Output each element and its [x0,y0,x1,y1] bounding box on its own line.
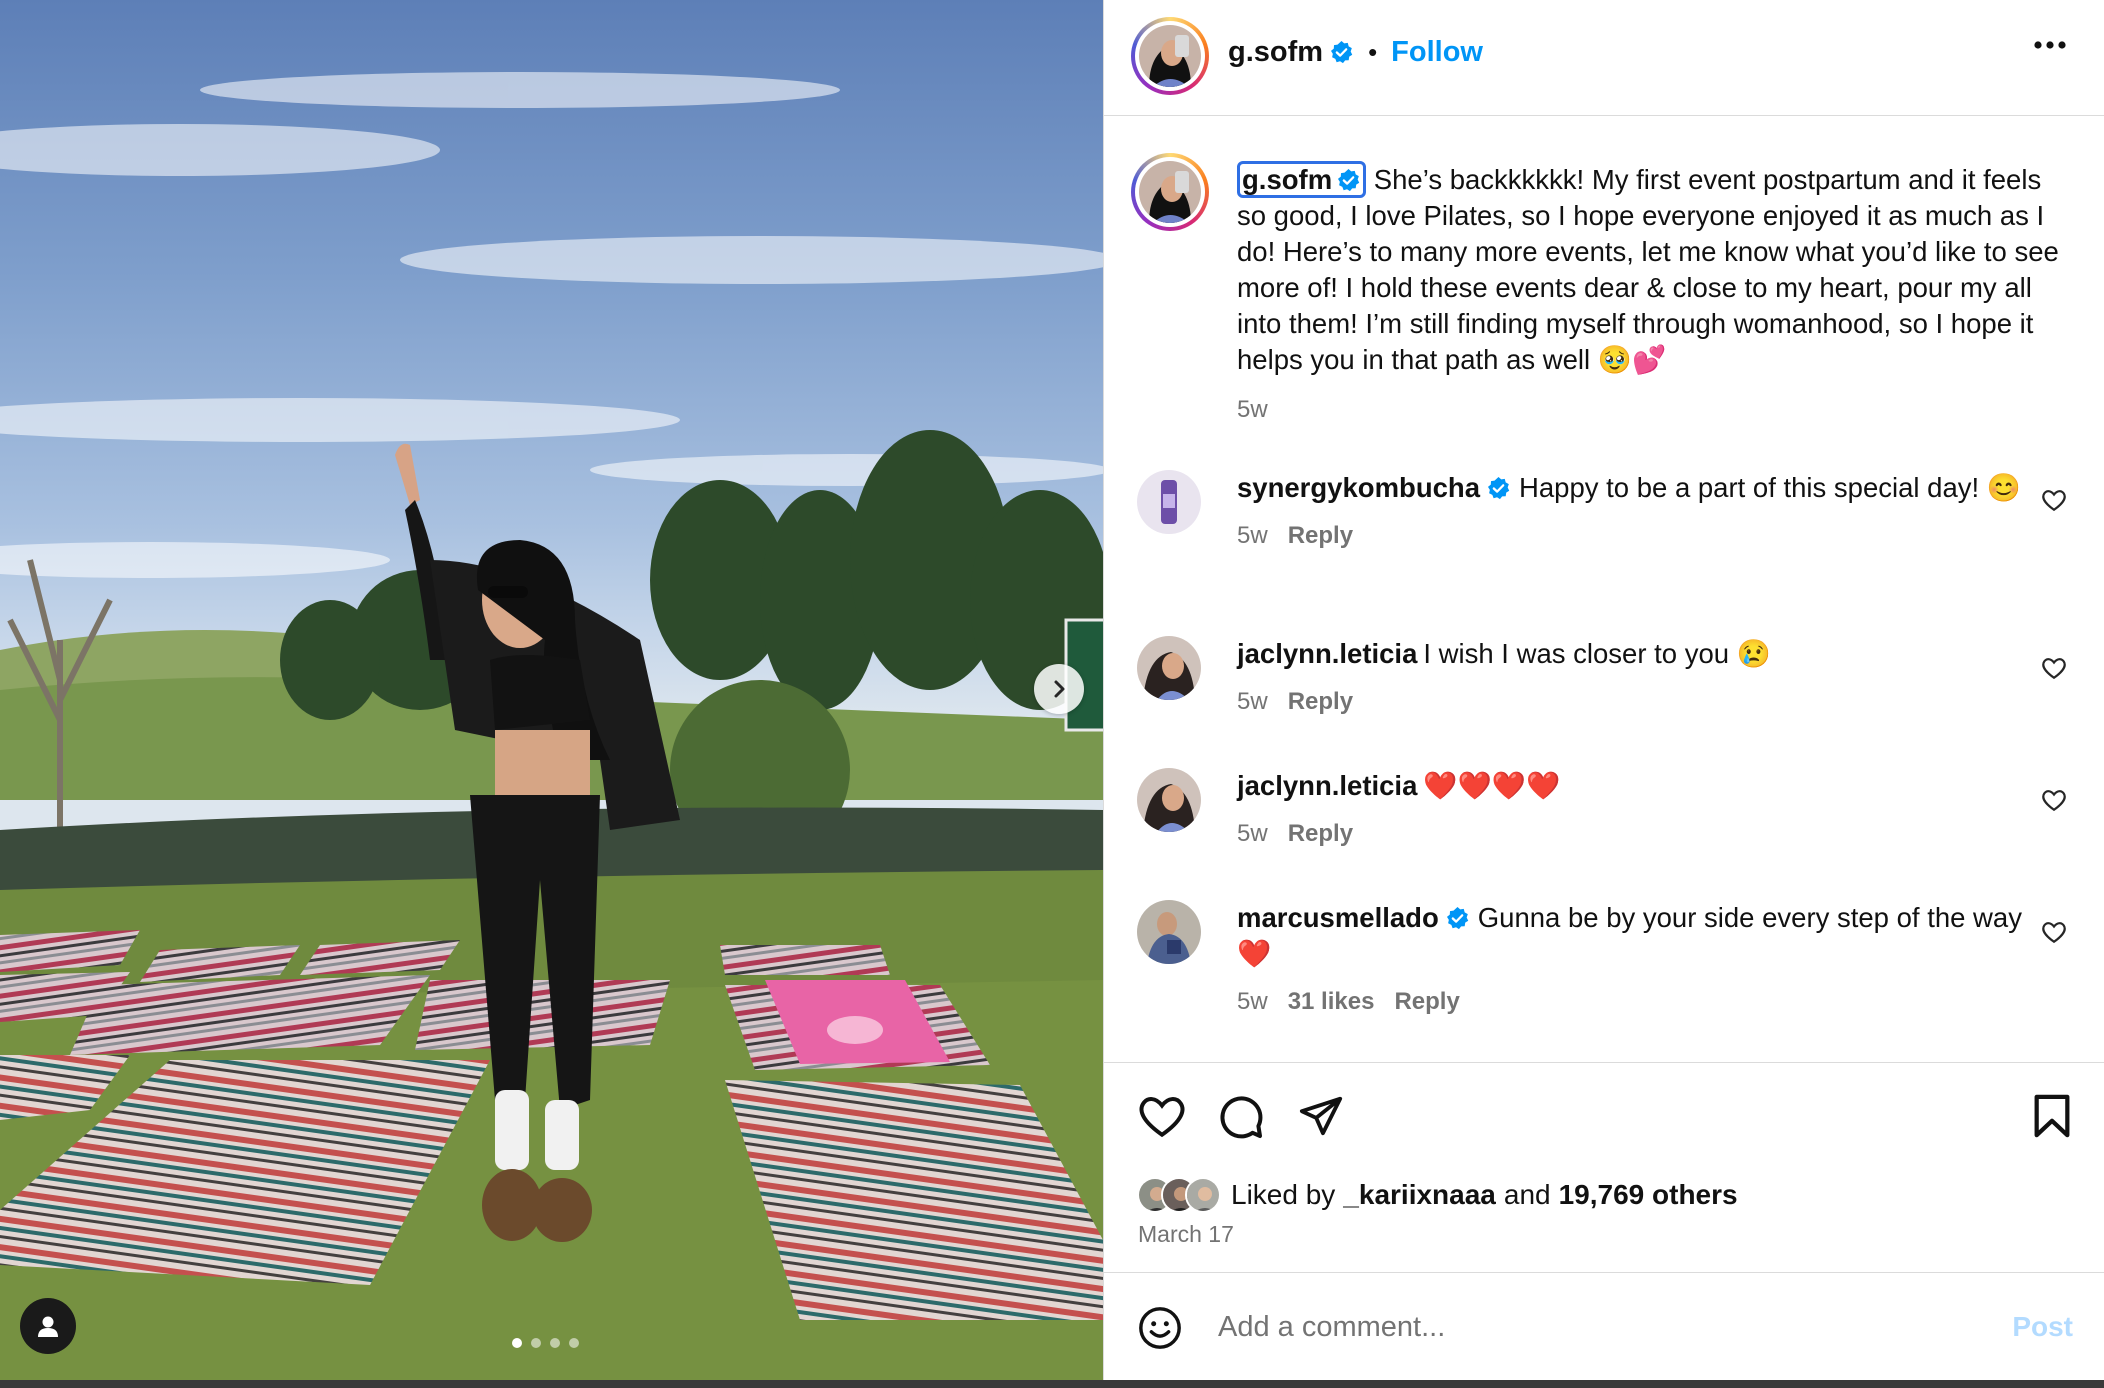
comment-username[interactable]: synergykombucha [1237,472,1480,503]
post-actions: Liked by _kariixnaaa and 19,769 others M… [1104,1062,2104,1272]
caption-text-block: g.sofm She’s backkkkkk! My first event p… [1237,161,2067,428]
carousel-next-button[interactable] [1034,664,1084,714]
carousel-dot [550,1338,560,1348]
liker-avatar[interactable] [1185,1177,1221,1213]
liked-by-prefix: Liked by [1231,1179,1336,1210]
carousel-indicator [512,1338,579,1348]
comment-text: ❤️❤️❤️❤️ [1423,770,1561,801]
comment-body: synergykombucha Happy to be a part of thi… [1237,470,2067,554]
comment-meta: 5w Reply [1237,684,2104,720]
heart-icon[interactable] [2041,656,2067,680]
comment-body: marcusmellado Gunna be by your side every… [1237,900,2027,1020]
comment-icon[interactable] [1217,1093,1265,1141]
like-heart-icon[interactable] [1137,1093,1187,1139]
comment-username[interactable]: marcusmellado [1237,902,1439,933]
carousel-dot [512,1338,522,1348]
comment-input[interactable] [1218,1303,1978,1351]
comment-meta: 5w Reply [1237,816,2104,852]
comment-time: 5w [1237,688,1268,715]
comment-avatar-image [1137,768,1201,832]
post-detail-panel: g.sofm • Follow g.sofm She’s backkkkkk! … [1103,0,2104,1380]
comment-username[interactable]: jaclynn.leticia [1237,638,1417,669]
heart-icon[interactable] [2041,788,2067,812]
comment-time: 5w [1237,988,1268,1015]
comment-avatar-image [1137,470,1201,534]
carousel-dot [531,1338,541,1348]
comment-body: jaclynn.leticia I wish I was closer to yo… [1237,636,2104,720]
verified-icon [1487,477,1510,500]
emoji-icon[interactable] [1137,1305,1183,1351]
comment-avatar[interactable] [1137,636,1201,700]
author-username[interactable]: g.sofm [1228,36,1323,69]
comment-text: I wish I was closer to you 😢 [1423,638,1771,669]
reply-button[interactable]: Reply [1288,820,1353,847]
liked-by-others[interactable]: 19,769 others [1559,1179,1738,1211]
comment-avatar-image [1137,900,1201,964]
verified-icon [1331,41,1353,64]
add-comment-bar: Post [1104,1272,2104,1380]
photo-scene [0,72,1103,1388]
chevron-right-icon [1054,680,1065,698]
post-date[interactable]: March 17 [1138,1221,1234,1248]
tagged-users-button[interactable] [20,1298,76,1354]
carousel-dot [569,1338,579,1348]
comment-avatar[interactable] [1137,768,1201,832]
comment-avatar[interactable] [1137,470,1201,534]
caption-author-avatar[interactable] [1131,153,1209,231]
comment-meta: 5w 31 likes Reply [1237,984,2027,1020]
comment-time: 5w [1237,820,1268,847]
post-photo[interactable] [0,0,1103,1388]
heart-icon[interactable] [2041,920,2067,944]
liked-by-conj: and [1503,1179,1551,1210]
bookmark-icon[interactable] [2030,1093,2074,1139]
liked-by-avatars [1137,1177,1221,1213]
author-avatar-image [1139,25,1201,87]
author-avatar[interactable] [1131,17,1209,95]
caption-username[interactable]: g.sofm [1237,161,1367,198]
verified-icon [1446,907,1468,930]
caption-avatar-image [1139,161,1201,223]
reply-button[interactable]: Reply [1288,688,1353,715]
liked-by-row: Liked by _kariixnaaa and 19,769 others [1137,1177,1738,1213]
comment-avatar-image [1137,636,1201,700]
comment-time: 5w [1237,522,1268,549]
header-separator: • [1368,37,1378,67]
window-bottom-edge [0,1380,2104,1388]
post-comment-button[interactable]: Post [2012,1311,2073,1343]
user-tag-icon [38,1316,58,1337]
verified-icon [1338,169,1360,192]
comment-like-count[interactable]: 31 likes [1288,988,1375,1015]
caption-meta: 5w [1237,392,2067,428]
more-icon[interactable] [2033,40,2067,50]
comment-avatar[interactable] [1137,900,1201,964]
header-user-row: g.sofm • Follow [1228,36,1483,69]
caption-username-text[interactable]: g.sofm [1242,164,1332,195]
caption-time: 5w [1237,396,1268,423]
reply-button[interactable]: Reply [1288,522,1353,549]
share-icon[interactable] [1297,1093,1345,1139]
comment-text: Happy to be a part of this special day! … [1519,472,2022,503]
post-header: g.sofm • Follow [1104,0,2104,116]
follow-button[interactable]: Follow [1391,36,1483,69]
reply-button[interactable]: Reply [1394,988,1459,1015]
liked-by-first-user[interactable]: _kariixnaaa [1343,1179,1496,1211]
comment-meta: 5w Reply [1237,518,2067,554]
heart-icon[interactable] [2041,488,2067,512]
comment-body: jaclynn.leticia ❤️❤️❤️❤️ 5w Reply [1237,768,2104,852]
comment-username[interactable]: jaclynn.leticia [1237,770,1417,801]
